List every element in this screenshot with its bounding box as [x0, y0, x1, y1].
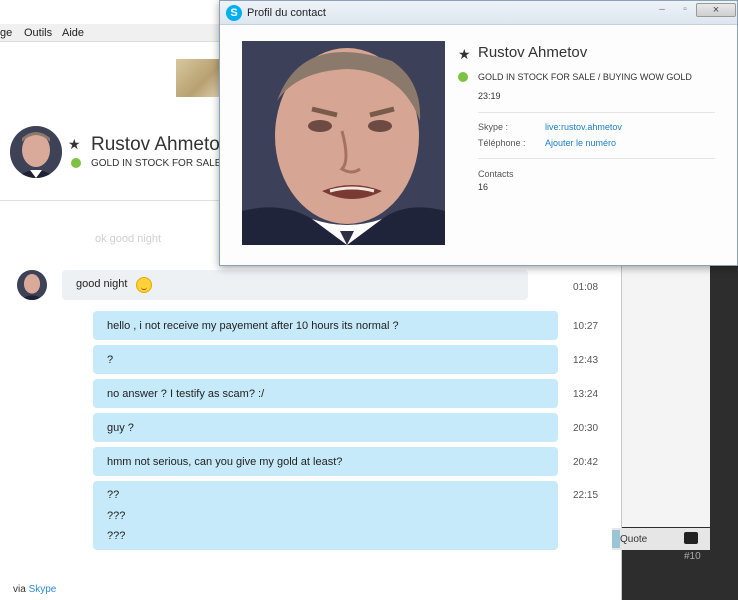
contacts-label: Contacts: [478, 169, 514, 179]
minimize-icon[interactable]: –: [651, 3, 673, 17]
profile-titlebar[interactable]: S Profil du contact – ▫ ×: [220, 1, 737, 25]
sent-message-text: hello , i not receive my payement after …: [107, 320, 399, 332]
favorite-star-icon[interactable]: ★: [458, 46, 471, 63]
menu-view[interactable]: ge: [0, 27, 12, 39]
header-mood-message: GOLD IN STOCK FOR SALE /: [91, 158, 227, 169]
header-contact-name[interactable]: Rustov Ahmetov: [91, 134, 229, 156]
quote-button[interactable]: Quote: [620, 534, 647, 545]
contacts-count: 16: [478, 182, 489, 192]
received-message-bubble[interactable]: good night: [62, 270, 528, 300]
phone-label: Téléphone :: [478, 138, 526, 148]
via-prefix: via: [13, 584, 26, 595]
menu-help[interactable]: Aide: [62, 27, 84, 39]
skype-logo-icon: S: [226, 5, 242, 21]
received-message-time: 01:08: [573, 282, 599, 293]
sent-message-time: 10:27: [573, 321, 599, 332]
profile-local-time: 23:19: [478, 91, 501, 101]
close-button[interactable]: ×: [696, 3, 736, 17]
add-comment-icon[interactable]: [684, 532, 698, 544]
profile-photo: [242, 41, 445, 245]
message-avatar[interactable]: [17, 270, 47, 300]
sent-message-line: ??: [107, 489, 120, 501]
sent-message-bubble[interactable]: ?? ??? ???: [93, 481, 558, 550]
via-skype-footer: via Skype: [13, 584, 56, 595]
smiley-emoticon-icon: [136, 277, 152, 293]
sent-message-line: ???: [107, 510, 126, 522]
skype-id-value[interactable]: live:rustov.ahmetov: [545, 122, 622, 132]
online-status-icon: [458, 72, 468, 82]
sent-message-bubble[interactable]: ?: [93, 345, 558, 374]
contact-avatar[interactable]: [10, 126, 62, 178]
sent-message-bubble[interactable]: no answer ? I testify as scam? :/: [93, 379, 558, 408]
maximize-icon[interactable]: ▫: [674, 3, 696, 17]
sent-message-time: 20:30: [573, 423, 599, 434]
faded-message-text: ok good night: [95, 233, 162, 245]
faded-message: ok good night: [95, 233, 225, 255]
sent-message-bubble[interactable]: guy ?: [93, 413, 558, 442]
menu-tools[interactable]: Outils: [24, 27, 52, 39]
profile-divider: [478, 112, 715, 113]
sent-message-text: ?: [107, 354, 114, 366]
sent-message-bubble[interactable]: hmm not serious, can you give my gold at…: [93, 447, 558, 476]
scroll-arrow[interactable]: [612, 530, 620, 548]
sent-message-time: 13:24: [573, 389, 599, 400]
sent-message-time: 22:15: [573, 490, 599, 501]
online-status-icon: [71, 158, 81, 168]
sent-message-text: hmm not serious, can you give my gold at…: [107, 456, 343, 468]
sent-message-time: 12:43: [573, 355, 599, 366]
sent-message-time: 20:42: [573, 457, 599, 468]
add-phone-link[interactable]: Ajouter le numéro: [545, 138, 616, 148]
profile-window-title: Profil du contact: [247, 7, 326, 19]
sent-message-text: no answer ? I testify as scam? :/: [107, 388, 265, 400]
favorite-star-icon[interactable]: ★: [68, 136, 81, 153]
contact-profile-window: S Profil du contact – ▫ × ★ Rustov Ahmet…: [219, 0, 738, 266]
skype-id-label: Skype :: [478, 122, 509, 132]
post-number: #10: [684, 551, 701, 562]
banner-image: [176, 59, 222, 97]
sent-message-line: ???: [107, 530, 126, 542]
profile-mood-message: GOLD IN STOCK FOR SALE / BUYING WOW GOLD: [478, 72, 692, 82]
skype-link[interactable]: Skype: [29, 584, 57, 595]
sent-message-text: guy ?: [107, 422, 134, 434]
background-page-content: [622, 265, 710, 527]
profile-name: Rustov Ahmetov: [478, 44, 588, 61]
received-message-text: good night: [76, 278, 128, 290]
sent-message-bubble[interactable]: hello , i not receive my payement after …: [93, 311, 558, 340]
profile-divider: [478, 158, 715, 159]
